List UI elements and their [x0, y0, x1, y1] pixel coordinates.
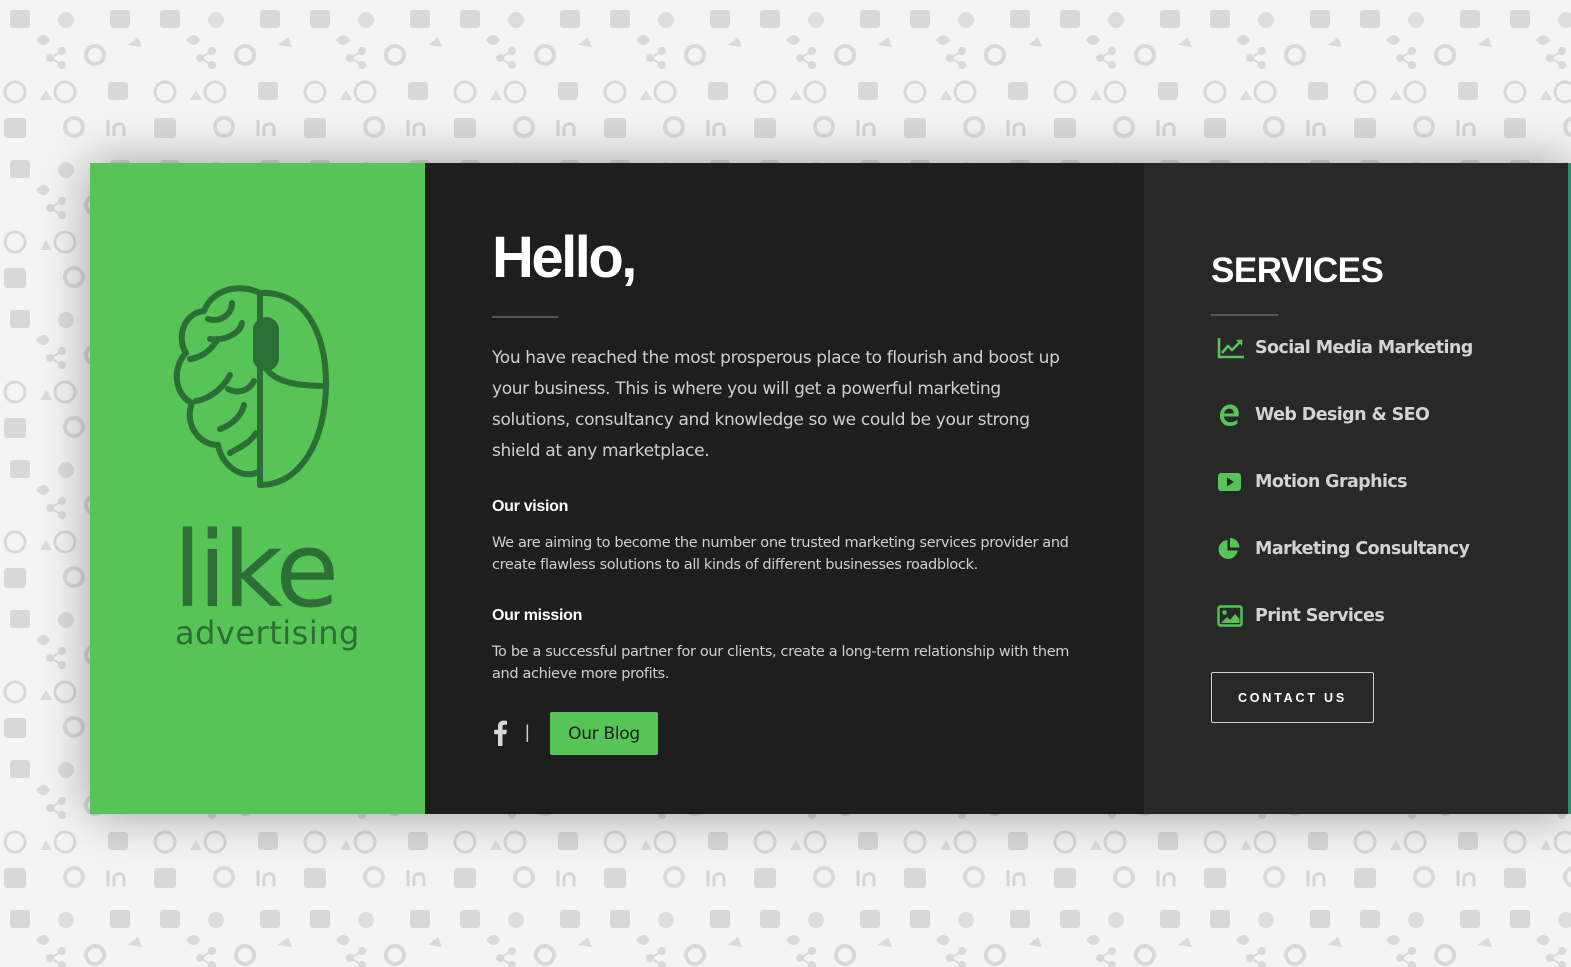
pie-chart-icon: [1217, 534, 1247, 564]
services-heading: SERVICES: [1211, 251, 1384, 290]
service-item-social-media-marketing[interactable]: Social Media Marketing: [1217, 314, 1473, 381]
heading-divider: [492, 316, 558, 318]
line-chart-icon: [1217, 333, 1247, 363]
about-panel: Hello, You have reached the most prosper…: [425, 163, 1144, 814]
intro-paragraph: You have reached the most prosperous pla…: [492, 348, 1060, 461]
service-label: Motion Graphics: [1255, 471, 1408, 492]
service-label: Marketing Consultancy: [1255, 538, 1470, 559]
image-icon: [1217, 601, 1247, 631]
greeting-heading: Hello,: [492, 225, 637, 290]
vision-text: We are aiming to become the number one t…: [492, 535, 1069, 573]
brand-name-logotype: like: [173, 509, 335, 631]
social-divider: |: [525, 722, 530, 742]
video-play-icon: [1217, 467, 1247, 497]
edge-icon: [1217, 400, 1247, 430]
services-list: Social Media Marketing Web Design & SEO: [1217, 331, 1473, 666]
service-item-marketing-consultancy[interactable]: Marketing Consultancy: [1217, 515, 1473, 582]
brand-tagline-logotype: advertising: [175, 614, 360, 652]
facebook-icon: [494, 720, 507, 746]
brand-panel: like advertising: [90, 163, 425, 814]
brand-logo: like advertising: [173, 285, 360, 652]
facebook-link[interactable]: [492, 720, 508, 746]
vision-heading: Our vision: [492, 498, 569, 515]
mission-text: To be a successful partner for our clien…: [492, 644, 1070, 682]
contact-us-button[interactable]: CONTACT US: [1211, 672, 1374, 723]
service-label: Print Services: [1255, 605, 1385, 626]
service-item-motion-graphics[interactable]: Motion Graphics: [1217, 448, 1473, 515]
service-label: Social Media Marketing: [1255, 337, 1473, 358]
service-item-web-design-seo[interactable]: Web Design & SEO: [1217, 381, 1473, 448]
intro-card: like advertising Hello, You have reached…: [90, 163, 1571, 814]
services-panel: SERVICES Social Media Marketing Web Desi…: [1144, 163, 1571, 814]
service-item-print-services[interactable]: Print Services: [1217, 582, 1473, 649]
our-blog-button[interactable]: Our Blog: [550, 712, 658, 755]
service-label: Web Design & SEO: [1255, 404, 1430, 425]
mission-heading: Our mission: [492, 607, 583, 624]
